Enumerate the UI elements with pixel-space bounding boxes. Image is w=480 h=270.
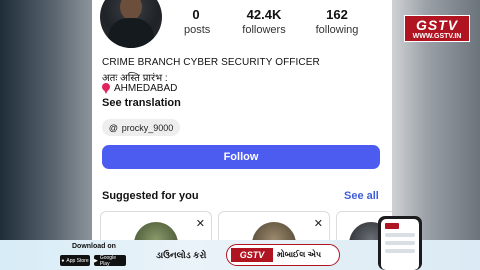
location-pin-icon [102,83,110,94]
following-count: 162 [326,7,348,22]
bio-title: CRIME BRANCH CYBER SECURITY OFFICER [102,57,320,68]
avatar[interactable] [100,0,162,48]
gstv-app-pill[interactable]: GSTV મોબાઈલ એપ [226,244,340,266]
avatar-face [120,0,142,20]
see-all-link[interactable]: See all [344,190,379,202]
location-text: AHMEDABAD [114,83,178,94]
logo-url: WWW.GSTV.IN [412,33,462,40]
suggested-heading: Suggested for you [102,190,199,202]
google-play-icon: ▶ [94,257,98,264]
gstv-logo: GSTV WWW.GSTV.IN [404,15,470,42]
posts-label: posts [184,24,211,36]
threads-handle: procky_9000 [121,122,174,133]
phone-screen [381,219,419,270]
apple-icon: ● [61,257,65,264]
mobile-app-text: મોબાઈલ એપ [277,250,322,259]
close-icon[interactable]: ✕ [196,217,205,230]
followers-stat[interactable]: 42.4K followers [238,7,290,36]
threads-badge[interactable]: @ procky_9000 [102,119,181,136]
followers-count: 42.4K [246,7,282,22]
avatar-body [108,18,154,48]
phone-content-bar [385,241,415,245]
following-label: following [315,24,359,36]
phone-content-bar [385,249,415,253]
app-store-label: App Store [66,257,89,264]
profile-screen: 0 posts 42.4K followers 162 following CR… [92,0,392,270]
see-translation-link[interactable]: See translation [102,97,181,109]
followers-label: followers [242,24,286,36]
blurred-background-left [0,0,92,270]
google-play-badge[interactable]: ▶ Google Play [94,254,126,267]
phone-mockup [378,216,422,270]
download-text: ડાઉનલોડ કરો [156,250,207,260]
bio-location: AHMEDABAD [102,83,177,94]
logo-name: GSTV [415,17,459,33]
posts-count: 0 [192,7,200,22]
app-store-badge[interactable]: ● App Store [60,255,90,266]
following-stat[interactable]: 162 following [312,7,362,36]
phone-content-bar [385,233,415,237]
download-on-label: Download on [72,243,116,250]
bio-hindi-line: अतः अस्ति प्रारंभ : [102,73,168,84]
phone-logo-block [385,223,399,229]
gstv-mini-logo: GSTV [231,248,273,262]
follow-button[interactable]: Follow [102,145,380,169]
close-icon[interactable]: ✕ [314,217,323,230]
posts-stat[interactable]: 0 posts [184,7,211,36]
google-play-label: Google Play [99,254,116,267]
threads-icon: @ [109,122,118,133]
